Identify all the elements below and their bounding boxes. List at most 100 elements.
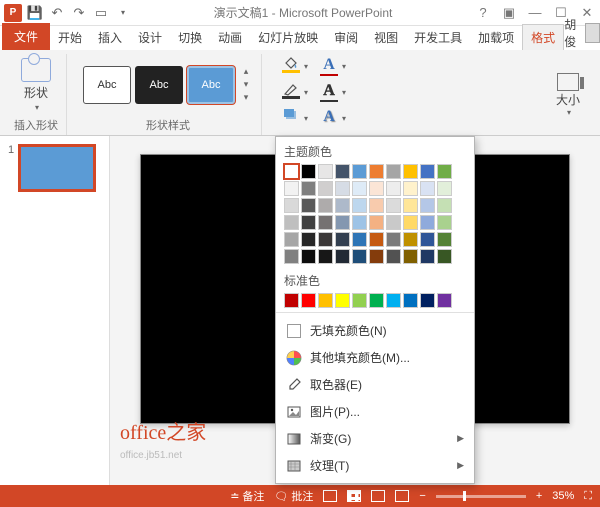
texture-fill-item[interactable]: 纹理(T) ▶ — [276, 452, 474, 479]
start-slideshow-icon[interactable]: ▭ — [92, 4, 110, 22]
text-fill-button[interactable]: A ▾ — [316, 54, 348, 78]
ribbon-display-icon[interactable]: ▣ — [500, 5, 518, 21]
color-swatch[interactable] — [420, 198, 435, 213]
zoom-in-button[interactable]: + — [536, 490, 542, 502]
color-swatch[interactable] — [352, 215, 367, 230]
no-fill-item[interactable]: 无填充颜色(N) — [276, 317, 474, 344]
color-swatch[interactable] — [437, 215, 452, 230]
color-swatch[interactable] — [284, 164, 299, 179]
tab-view[interactable]: 视图 — [366, 25, 406, 50]
color-swatch[interactable] — [318, 249, 333, 264]
normal-view-icon[interactable] — [323, 490, 337, 502]
color-swatch[interactable] — [352, 181, 367, 196]
color-swatch[interactable] — [352, 249, 367, 264]
color-swatch[interactable] — [301, 249, 316, 264]
color-swatch[interactable] — [284, 215, 299, 230]
tab-animations[interactable]: 动画 — [210, 25, 250, 50]
color-swatch[interactable] — [420, 215, 435, 230]
picture-fill-item[interactable]: 图片(P)... — [276, 398, 474, 425]
color-swatch[interactable] — [318, 198, 333, 213]
color-swatch[interactable] — [284, 198, 299, 213]
color-swatch[interactable] — [284, 232, 299, 247]
tab-slideshow[interactable]: 幻灯片放映 — [250, 25, 326, 50]
color-swatch[interactable] — [369, 198, 384, 213]
color-swatch[interactable] — [284, 293, 299, 308]
color-swatch[interactable] — [369, 293, 384, 308]
color-swatch[interactable] — [386, 215, 401, 230]
color-swatch[interactable] — [369, 181, 384, 196]
color-swatch[interactable] — [369, 215, 384, 230]
color-swatch[interactable] — [284, 181, 299, 196]
color-swatch[interactable] — [437, 181, 452, 196]
shape-effects-button[interactable]: ▾ — [278, 106, 310, 130]
tab-home[interactable]: 开始 — [50, 25, 90, 50]
color-swatch[interactable] — [420, 181, 435, 196]
qat-more-icon[interactable]: ▾ — [114, 4, 132, 22]
zoom-slider[interactable] — [436, 495, 526, 498]
color-swatch[interactable] — [352, 293, 367, 308]
color-swatch[interactable] — [420, 249, 435, 264]
color-swatch[interactable] — [301, 215, 316, 230]
redo-icon[interactable]: ↷ — [70, 4, 88, 22]
shape-fill-button[interactable]: ▾ — [278, 54, 310, 78]
color-swatch[interactable] — [386, 232, 401, 247]
color-swatch[interactable] — [318, 293, 333, 308]
color-swatch[interactable] — [335, 249, 350, 264]
color-swatch[interactable] — [352, 164, 367, 179]
tab-insert[interactable]: 插入 — [90, 25, 130, 50]
shape-outline-button[interactable]: ▾ — [278, 80, 310, 104]
shape-style-3[interactable]: Abc — [187, 66, 235, 104]
color-swatch[interactable] — [437, 293, 452, 308]
color-swatch[interactable] — [369, 232, 384, 247]
tab-file[interactable]: 文件 — [2, 23, 50, 50]
help-icon[interactable]: ? — [474, 5, 492, 21]
shapes-button[interactable]: 形状 ▾ — [15, 58, 57, 112]
undo-icon[interactable]: ↶ — [48, 4, 66, 22]
size-button[interactable]: 大小 ▾ — [550, 68, 586, 122]
color-swatch[interactable] — [369, 249, 384, 264]
fit-to-window-icon[interactable]: ⛶ — [584, 490, 592, 503]
color-swatch[interactable] — [335, 164, 350, 179]
color-swatch[interactable] — [437, 232, 452, 247]
color-swatch[interactable] — [403, 215, 418, 230]
color-swatch[interactable] — [301, 164, 316, 179]
color-swatch[interactable] — [301, 198, 316, 213]
color-swatch[interactable] — [369, 164, 384, 179]
tab-addins[interactable]: 加载项 — [470, 25, 522, 50]
zoom-out-button[interactable]: − — [419, 490, 425, 502]
color-swatch[interactable] — [386, 164, 401, 179]
color-swatch[interactable] — [318, 181, 333, 196]
tab-format[interactable]: 格式 — [522, 24, 564, 50]
color-swatch[interactable] — [352, 232, 367, 247]
color-swatch[interactable] — [386, 181, 401, 196]
color-swatch[interactable] — [420, 293, 435, 308]
shape-style-more[interactable]: ▴▾▾ — [239, 66, 253, 104]
comments-button[interactable]: 🗨批注 — [274, 488, 313, 504]
avatar[interactable] — [585, 23, 600, 43]
more-colors-item[interactable]: 其他填充颜色(M)... — [276, 344, 474, 371]
color-swatch[interactable] — [386, 198, 401, 213]
color-swatch[interactable] — [335, 181, 350, 196]
gradient-fill-item[interactable]: 渐变(G) ▶ — [276, 425, 474, 452]
color-swatch[interactable] — [403, 249, 418, 264]
color-swatch[interactable] — [386, 249, 401, 264]
color-swatch[interactable] — [335, 232, 350, 247]
color-swatch[interactable] — [301, 232, 316, 247]
tab-developer[interactable]: 开发工具 — [406, 25, 470, 50]
color-swatch[interactable] — [403, 164, 418, 179]
color-swatch[interactable] — [318, 232, 333, 247]
color-swatch[interactable] — [301, 181, 316, 196]
username[interactable]: 胡俊 — [564, 16, 581, 50]
color-swatch[interactable] — [318, 215, 333, 230]
color-swatch[interactable] — [437, 164, 452, 179]
color-swatch[interactable] — [301, 293, 316, 308]
save-icon[interactable]: 💾 — [26, 4, 44, 22]
color-swatch[interactable] — [420, 232, 435, 247]
color-swatch[interactable] — [352, 198, 367, 213]
eyedropper-item[interactable]: 取色器(E) — [276, 371, 474, 398]
color-swatch[interactable] — [284, 249, 299, 264]
text-outline-button[interactable]: A ▾ — [316, 80, 348, 104]
shape-style-2[interactable]: Abc — [135, 66, 183, 104]
color-swatch[interactable] — [403, 198, 418, 213]
notes-button[interactable]: ≐备注 — [230, 488, 264, 504]
